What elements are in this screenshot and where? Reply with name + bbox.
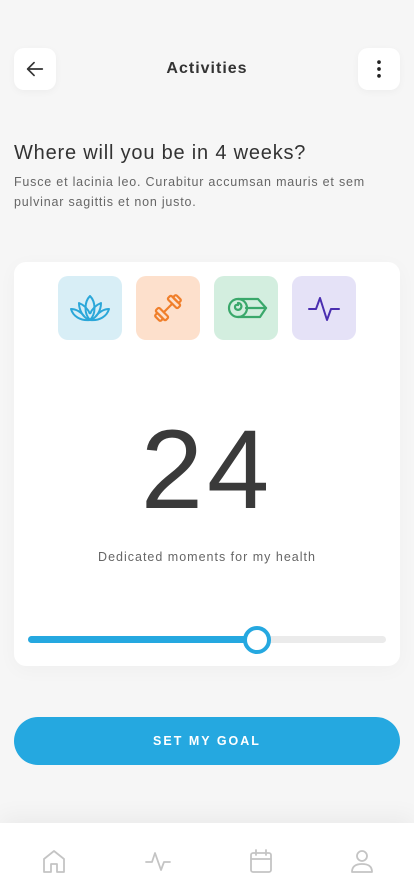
activity-icon — [145, 852, 171, 871]
bottom-tab-bar — [0, 823, 414, 896]
activity-tile-fitness[interactable] — [136, 276, 200, 340]
tab-profile[interactable] — [342, 845, 382, 877]
page-title: Activities — [166, 60, 248, 77]
set-goal-button[interactable]: SET MY GOAL — [14, 717, 400, 765]
goal-count: 24 — [140, 407, 274, 532]
pulse-icon — [308, 297, 340, 321]
activity-tile-meditation[interactable] — [58, 276, 122, 340]
dumbbell-icon — [154, 294, 182, 322]
tab-activity[interactable] — [138, 845, 178, 877]
tab-home[interactable] — [34, 845, 74, 877]
headline: Where will you be in 4 weeks? — [14, 142, 307, 164]
activity-tile-yoga[interactable] — [214, 276, 278, 340]
top-bar: Activities — [0, 0, 414, 140]
activity-tile-health[interactable] — [292, 276, 356, 340]
goal-count-label: Dedicated moments for my health — [98, 550, 316, 564]
tab-calendar[interactable] — [241, 845, 281, 877]
goal-slider[interactable] — [28, 624, 386, 654]
calendar-icon — [250, 849, 272, 873]
description: Fusce et lacinia leo. Curabitur accumsan… — [14, 175, 365, 209]
yoga-mat-icon — [227, 297, 268, 319]
more-vertical-icon — [377, 60, 381, 78]
activity-tiles — [58, 276, 356, 340]
profile-icon — [351, 850, 373, 873]
home-icon — [43, 850, 65, 873]
more-options-button[interactable] — [358, 48, 400, 90]
slider-thumb[interactable] — [243, 626, 271, 654]
goal-card: 24 Dedicated moments for my health — [14, 262, 400, 666]
slider-fill — [28, 636, 257, 643]
lotus-icon — [70, 295, 110, 322]
